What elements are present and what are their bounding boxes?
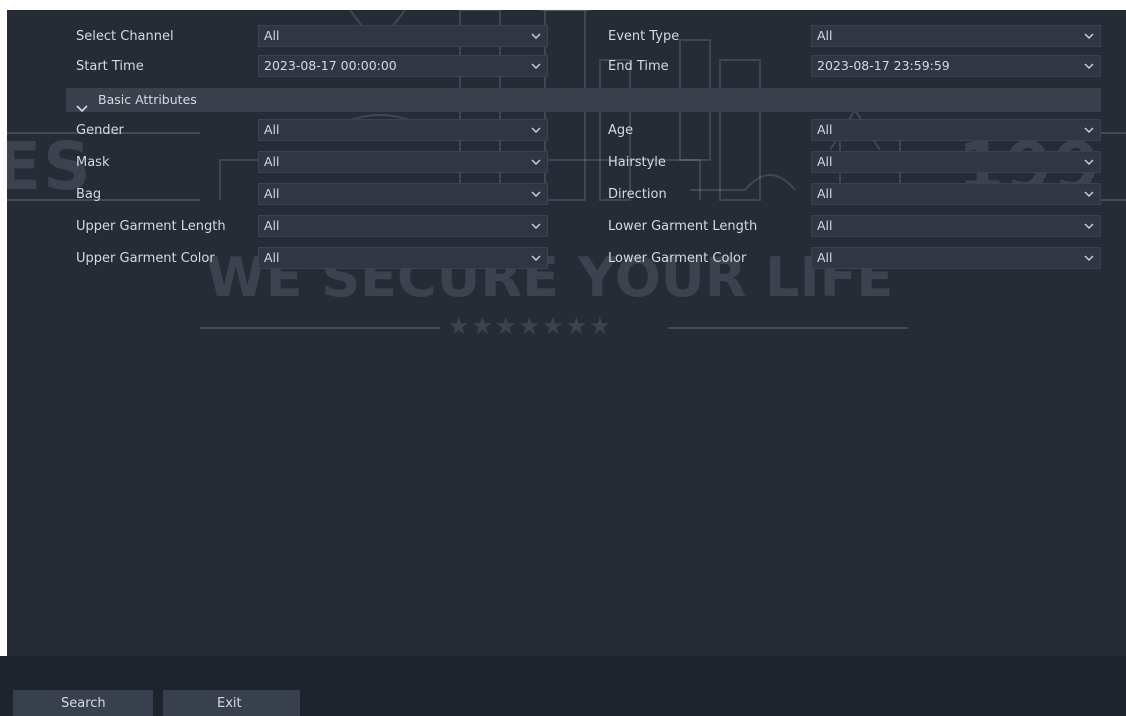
bag-label: Bag <box>76 187 102 202</box>
lower-garment-length-label: Lower Garment Length <box>608 219 758 234</box>
event-type-label: Event Type <box>608 29 680 44</box>
chevron-down-icon <box>1084 184 1094 204</box>
upper-garment-length-value: All <box>264 218 280 233</box>
upper-garment-length-dropdown[interactable]: All <box>258 215 548 237</box>
end-time-value: 2023-08-17 23:59:59 <box>817 58 950 73</box>
gender-value: All <box>264 122 280 137</box>
lower-garment-color-label: Lower Garment Color <box>608 251 747 266</box>
hairstyle-label: Hairstyle <box>608 155 666 170</box>
chevron-down-icon <box>1084 120 1094 140</box>
chevron-down-icon <box>531 216 541 236</box>
gender-label: Gender <box>76 123 124 138</box>
event-type-dropdown[interactable]: All <box>811 25 1101 47</box>
mask-dropdown[interactable]: All <box>258 151 548 173</box>
basic-attributes-label: Basic Attributes <box>98 92 197 107</box>
upper-garment-color-dropdown[interactable]: All <box>258 247 548 269</box>
bag-dropdown[interactable]: All <box>258 183 548 205</box>
chevron-down-icon <box>531 120 541 140</box>
hairstyle-value: All <box>817 154 833 169</box>
mask-label: Mask <box>76 155 110 170</box>
chevron-down-icon <box>531 248 541 268</box>
start-time-label: Start Time <box>76 59 144 74</box>
chevron-down-icon <box>1084 26 1094 46</box>
exit-button-label: Exit <box>217 696 242 711</box>
direction-value: All <box>817 186 833 201</box>
start-time-value: 2023-08-17 00:00:00 <box>264 58 397 73</box>
chevron-down-icon <box>1084 248 1094 268</box>
upper-garment-color-label: Upper Garment Color <box>76 251 215 266</box>
end-time-label: End Time <box>608 59 669 74</box>
end-time-field[interactable]: 2023-08-17 23:59:59 <box>811 55 1101 77</box>
age-label: Age <box>608 123 634 138</box>
direction-label: Direction <box>608 187 667 202</box>
chevron-down-icon <box>1084 152 1094 172</box>
chevron-down-icon <box>531 152 541 172</box>
chevron-down-icon <box>531 56 541 76</box>
event-type-value: All <box>817 28 833 43</box>
search-button[interactable]: Search <box>13 690 153 716</box>
direction-dropdown[interactable]: All <box>811 183 1101 205</box>
gender-dropdown[interactable]: All <box>258 119 548 141</box>
lower-garment-length-dropdown[interactable]: All <box>811 215 1101 237</box>
lower-garment-color-dropdown[interactable]: All <box>811 247 1101 269</box>
chevron-down-icon <box>76 96 88 120</box>
mask-value: All <box>264 154 280 169</box>
basic-attributes-section-toggle[interactable]: Basic Attributes <box>66 88 1101 113</box>
chevron-down-icon <box>1084 56 1094 76</box>
age-dropdown[interactable]: All <box>811 119 1101 141</box>
select-channel-label: Select Channel <box>76 29 174 44</box>
search-panel <box>7 10 1126 716</box>
chevron-down-icon <box>1084 216 1094 236</box>
search-button-label: Search <box>61 696 106 711</box>
hairstyle-dropdown[interactable]: All <box>811 151 1101 173</box>
upper-garment-color-value: All <box>264 250 280 265</box>
chevron-down-icon <box>531 26 541 46</box>
select-channel-dropdown[interactable]: All <box>258 25 548 47</box>
upper-garment-length-label: Upper Garment Length <box>76 219 226 234</box>
bag-value: All <box>264 186 280 201</box>
lower-garment-color-value: All <box>817 250 833 265</box>
exit-button[interactable]: Exit <box>163 690 300 716</box>
lower-garment-length-value: All <box>817 218 833 233</box>
chevron-down-icon <box>531 184 541 204</box>
start-time-field[interactable]: 2023-08-17 00:00:00 <box>258 55 548 77</box>
age-value: All <box>817 122 833 137</box>
select-channel-value: All <box>264 28 280 43</box>
